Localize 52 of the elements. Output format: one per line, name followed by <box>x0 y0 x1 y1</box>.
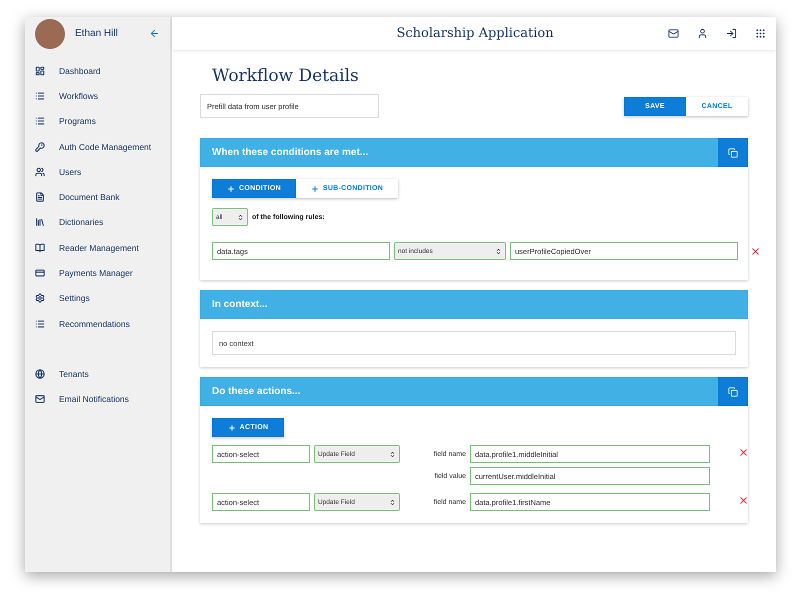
dashboard-icon <box>35 66 45 76</box>
sidebar-item[interactable]: Workflows <box>25 83 170 109</box>
delete-icon[interactable] <box>738 447 749 458</box>
sidebar-item[interactable]: Tenants <box>25 361 170 387</box>
mail-icon[interactable] <box>668 28 679 39</box>
plus-icon <box>227 184 235 192</box>
collapse-icon[interactable] <box>149 28 160 39</box>
copy-icon <box>728 148 738 158</box>
sidebar-item[interactable]: Dashboard <box>25 58 170 84</box>
avatar <box>35 18 65 48</box>
chevrons-icon <box>389 498 396 506</box>
copy-icon <box>728 386 738 396</box>
copy-button[interactable] <box>718 377 748 406</box>
book-icon <box>35 242 45 253</box>
delete-icon[interactable] <box>738 495 749 506</box>
user-icon[interactable] <box>697 28 708 39</box>
mail-icon <box>35 394 45 404</box>
app-title: Scholarship Application <box>395 26 555 41</box>
list-icon <box>35 90 45 101</box>
sidebar-item[interactable]: Payments Manager <box>25 260 170 286</box>
list-icon <box>35 318 45 329</box>
document-icon <box>35 192 45 202</box>
card-icon <box>35 268 45 278</box>
sign-in-icon[interactable] <box>726 28 737 39</box>
sidebar-item[interactable]: Document Bank <box>25 184 170 210</box>
users-icon <box>35 166 45 177</box>
list-icon <box>35 116 45 126</box>
sidebar-item[interactable]: Programs <box>25 108 170 134</box>
plus-icon <box>310 184 319 192</box>
copy-button[interactable] <box>718 138 748 167</box>
chevrons-icon <box>389 450 396 458</box>
user-name: Ethan Hill <box>75 28 119 39</box>
sidebar-item[interactable]: Email Notifications <box>25 386 170 412</box>
key-icon <box>35 142 45 152</box>
chevrons-icon <box>237 214 244 220</box>
library-icon <box>35 217 45 228</box>
sidebar-item[interactable]: Recommendations <box>25 310 170 336</box>
sidebar-item[interactable]: Auth Code Management <box>25 134 170 160</box>
page-title: Workflow Details <box>212 66 360 86</box>
sidebar-item[interactable]: Settings <box>25 286 170 311</box>
chevrons-icon <box>495 248 502 254</box>
delete-icon[interactable] <box>750 246 761 256</box>
panel-title: When these conditions are met... <box>211 147 368 158</box>
sidebar-item[interactable]: Dictionaries <box>25 210 170 236</box>
apps-grid-icon[interactable] <box>755 28 766 39</box>
sidebar-item[interactable]: Reader Management <box>25 235 170 260</box>
plus-icon <box>228 424 236 432</box>
globe-icon <box>35 368 45 379</box>
panel-title: Do these actions... <box>211 386 300 397</box>
sidebar-item[interactable]: Users <box>25 159 170 184</box>
settings-icon <box>35 293 45 304</box>
panel-title: In context... <box>211 299 268 310</box>
